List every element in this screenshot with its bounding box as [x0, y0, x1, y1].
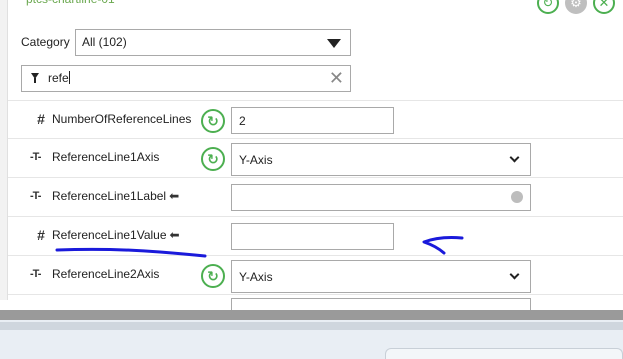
reference-line1-value-input[interactable]	[231, 223, 394, 250]
property-label: NumberOfReferenceLines	[52, 112, 192, 126]
string-type-icon: -T-	[30, 190, 41, 202]
number-type-icon: #	[37, 227, 45, 243]
number-of-reference-lines-input[interactable]: 2	[231, 107, 394, 134]
widget-title: ptcs-chartline-01	[26, 0, 115, 6]
string-type-icon: -T-	[30, 268, 41, 280]
background-tab	[385, 348, 623, 359]
binding-arrow-icon: ⬅	[169, 228, 180, 242]
property-row: # NumberOfReferenceLines ↻ 2	[8, 100, 623, 138]
filter-input[interactable]: refe ✕	[21, 65, 351, 92]
category-select-value: All (102)	[82, 35, 127, 49]
filter-input-value: refe	[48, 71, 69, 85]
binding-arrow-icon: ⬅	[169, 189, 180, 203]
background-toolbar	[0, 322, 623, 330]
property-row: -T- ReferenceLine1Axis ↻ Y-Axis	[8, 138, 623, 177]
category-select[interactable]: All (102)	[75, 29, 351, 56]
filter-icon	[31, 73, 39, 83]
globe-icon[interactable]	[511, 191, 523, 203]
panel-left-edge	[0, 0, 8, 300]
string-type-icon: -T-	[30, 151, 41, 163]
property-row: -T- ReferenceLine1Label ⬅	[8, 177, 623, 216]
reference-line2-axis-select[interactable]: Y-Axis	[231, 260, 531, 293]
gear-icon[interactable]: ⚙	[565, 0, 587, 14]
category-label: Category	[21, 35, 70, 49]
next-property-input[interactable]	[231, 298, 531, 310]
property-label: ReferenceLine1Axis	[52, 150, 160, 164]
property-label: ReferenceLine2Axis	[52, 267, 160, 281]
select-value: Y-Axis	[239, 153, 273, 167]
reset-default-icon[interactable]: ↻	[201, 109, 225, 133]
number-type-icon: #	[37, 111, 45, 127]
property-label-text: ReferenceLine1Value	[52, 228, 167, 242]
close-icon[interactable]: ✕	[593, 0, 615, 14]
reference-line1-label-input[interactable]	[231, 184, 531, 211]
chevron-down-icon	[509, 269, 520, 280]
reset-default-icon[interactable]: ↻	[201, 147, 225, 171]
property-row: -T- ReferenceLine2Axis ↻ Y-Axis	[8, 255, 623, 294]
property-list: # NumberOfReferenceLines ↻ 2 -T- Referen…	[8, 100, 623, 310]
property-label-text: ReferenceLine1Label	[52, 189, 167, 203]
window-bottom-border	[0, 310, 623, 320]
property-label: ReferenceLine1Value ⬅	[52, 228, 180, 242]
property-label: ReferenceLine1Label ⬅	[52, 189, 179, 203]
triangle-down-icon	[327, 39, 341, 48]
properties-panel: ptcs-chartline-01 ↻ ⚙ ✕ Category All (10…	[0, 0, 623, 310]
property-row	[8, 294, 623, 310]
refresh-icon[interactable]: ↻	[537, 0, 559, 14]
clear-filter-icon[interactable]: ✕	[329, 68, 344, 88]
property-row: # ReferenceLine1Value ⬅	[8, 216, 623, 255]
select-value: Y-Axis	[239, 270, 273, 284]
chevron-down-icon	[509, 152, 520, 163]
reset-default-icon[interactable]: ↻	[201, 264, 225, 288]
reference-line1-axis-select[interactable]: Y-Axis	[231, 143, 531, 176]
